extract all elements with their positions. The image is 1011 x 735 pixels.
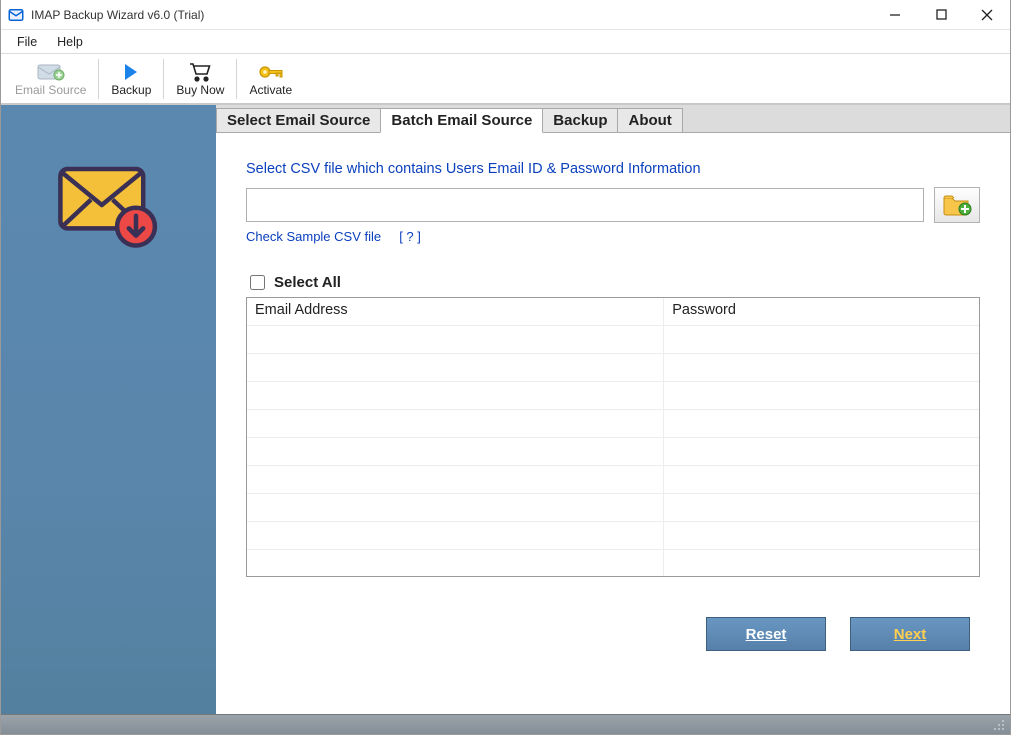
buy-now-button[interactable]: Buy Now (166, 55, 234, 103)
window-title: IMAP Backup Wizard v6.0 (Trial) (31, 8, 872, 22)
separator (236, 59, 237, 99)
toolbar: Email Source Backup Buy Now (1, 54, 1010, 104)
folder-add-icon (942, 192, 972, 219)
grid-row[interactable] (247, 438, 979, 466)
sidebar (1, 105, 216, 714)
toolbar-label: Activate (249, 83, 292, 97)
csv-file-row (246, 187, 980, 223)
close-button[interactable] (964, 0, 1010, 30)
action-row: Reset Next (246, 577, 980, 651)
grid-row[interactable] (247, 494, 979, 522)
grid-row[interactable] (247, 326, 979, 354)
grid-row[interactable] (247, 354, 979, 382)
next-button[interactable]: Next (850, 617, 970, 651)
titlebar: IMAP Backup Wizard v6.0 (Trial) (1, 0, 1010, 30)
grid-row[interactable] (247, 382, 979, 410)
tab-panel-batch: Select CSV file which contains Users Ema… (216, 133, 1010, 714)
check-sample-link[interactable]: Check Sample CSV file (246, 229, 381, 244)
links-row: Check Sample CSV file [ ? ] (246, 229, 980, 244)
reset-button[interactable]: Reset (706, 617, 826, 651)
instruction-label: Select CSV file which contains Users Ema… (246, 161, 980, 177)
col-email: Email Address (247, 298, 664, 325)
grid-header: Email Address Password (247, 298, 979, 326)
grid-row[interactable] (247, 466, 979, 494)
separator (98, 59, 99, 99)
email-source-button[interactable]: Email Source (5, 55, 96, 103)
maximize-button[interactable] (918, 0, 964, 30)
toolbar-label: Backup (111, 83, 151, 97)
statusbar (1, 714, 1010, 734)
menu-file[interactable]: File (7, 30, 47, 53)
tab-backup[interactable]: Backup (542, 108, 618, 133)
backup-button[interactable]: Backup (101, 55, 161, 103)
accounts-grid: Email Address Password (246, 297, 980, 577)
col-password: Password (664, 298, 979, 325)
minimize-button[interactable] (872, 0, 918, 30)
activate-button[interactable]: Activate (239, 55, 302, 103)
tab-about[interactable]: About (617, 108, 682, 133)
email-source-icon (37, 61, 65, 83)
grid-row[interactable] (247, 550, 979, 577)
csv-path-input[interactable] (246, 188, 924, 222)
toolbar-label: Email Source (15, 83, 86, 97)
content-area: Select Email Source Batch Email Source B… (216, 105, 1010, 714)
menu-help[interactable]: Help (47, 30, 93, 53)
grid-row[interactable] (247, 522, 979, 550)
cart-icon (188, 61, 212, 83)
toolbar-label: Buy Now (176, 83, 224, 97)
select-all-label: Select All (274, 274, 341, 291)
browse-button[interactable] (934, 187, 980, 223)
mail-download-icon (55, 160, 163, 714)
grid-row[interactable] (247, 410, 979, 438)
resize-grip-icon[interactable] (992, 718, 1006, 732)
tabs: Select Email Source Batch Email Source B… (216, 105, 1010, 133)
tab-select-email-source[interactable]: Select Email Source (216, 108, 381, 133)
key-icon (258, 61, 284, 83)
app-icon (7, 6, 25, 24)
help-link[interactable]: [ ? ] (399, 229, 421, 244)
menubar: File Help (1, 30, 1010, 54)
select-all-checkbox[interactable] (250, 275, 265, 290)
select-all-row[interactable]: Select All (246, 272, 980, 293)
separator (163, 59, 164, 99)
tab-batch-email-source[interactable]: Batch Email Source (380, 108, 543, 133)
body: Select Email Source Batch Email Source B… (1, 104, 1010, 714)
play-icon (123, 61, 139, 83)
